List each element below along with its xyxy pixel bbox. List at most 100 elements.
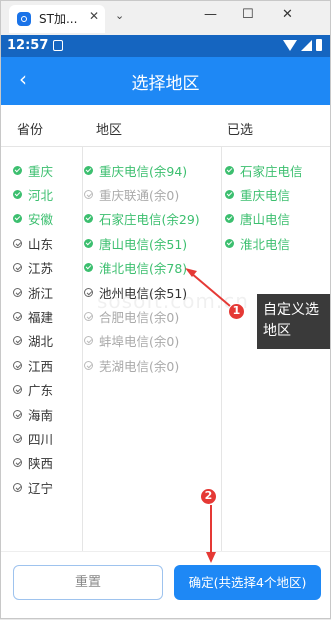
province-item[interactable]: 福建 [13, 304, 53, 328]
selected-list: 石家庄电信 重庆电信 唐山电信 淮北电信 [225, 158, 303, 256]
region-label: 石家庄电信(余29) [99, 212, 200, 228]
annotation-badge-2: 2 [200, 488, 217, 505]
annotation-callout: 自定义选 地区 [257, 294, 330, 349]
region-item[interactable]: 唐山电信(余51) [84, 231, 200, 255]
callout-line: 自定义选 [263, 302, 319, 318]
selected-item[interactable]: 石家庄电信 [225, 158, 303, 182]
region-label: 淮北电信(余78) [99, 261, 188, 277]
header-divider [1, 146, 330, 147]
selected-item[interactable]: 重庆电信 [225, 182, 303, 206]
checkbox-icon [225, 165, 234, 175]
province-item[interactable]: 四川 [13, 426, 53, 450]
column-header-province: 省份 [17, 123, 44, 138]
province-label: 福建 [28, 310, 54, 326]
region-label: 唐山电信(余51) [99, 236, 188, 252]
checkbox-icon [13, 214, 22, 224]
province-item[interactable]: 河北 [13, 182, 53, 206]
checkbox-icon [225, 214, 234, 224]
province-item[interactable]: 安徽 [13, 207, 53, 231]
checkbox-icon [84, 214, 93, 224]
checkbox-icon [13, 482, 22, 492]
province-item[interactable]: 重庆 [13, 158, 53, 182]
checkbox-icon [225, 190, 234, 200]
region-item[interactable]: 重庆联通(余0) [84, 182, 200, 206]
region-label: 重庆电信(余94) [99, 163, 188, 179]
region-list: 重庆电信(余94) 重庆联通(余0) 石家庄电信(余29) 唐山电信(余51) … [84, 158, 200, 378]
selected-label: 重庆电信 [240, 188, 291, 204]
province-item[interactable]: 陕西 [13, 451, 53, 475]
checkbox-icon [13, 385, 22, 395]
province-item[interactable]: 辽宁 [13, 475, 53, 499]
window-close-icon[interactable]: ✕ [282, 7, 293, 22]
app-window: ST加... ✕ ⌄ — ☐ ✕ 12:57 ‹ 选择地区 省份 地区 已选 重… [0, 0, 331, 619]
province-item[interactable]: 浙江 [13, 280, 53, 304]
selected-label: 唐山电信 [240, 212, 291, 228]
tab-title: ST加... [39, 12, 78, 26]
checkbox-icon [84, 312, 93, 322]
province-item[interactable]: 山东 [13, 231, 53, 255]
chevron-down-icon[interactable]: ⌄ [115, 9, 124, 22]
wifi-icon [283, 39, 297, 51]
status-bar: 12:57 [1, 35, 330, 57]
selected-item[interactable]: 淮北电信 [225, 231, 303, 255]
province-label: 辽宁 [28, 480, 54, 496]
battery-icon [316, 39, 322, 51]
checkbox-icon [84, 336, 93, 346]
system-icons [283, 39, 322, 51]
checkbox-icon [84, 263, 93, 273]
province-item[interactable]: 江苏 [13, 256, 53, 280]
region-item[interactable]: 重庆电信(余94) [84, 158, 200, 182]
province-item[interactable]: 江西 [13, 353, 53, 377]
tab-close-icon[interactable]: ✕ [89, 9, 99, 23]
signal-icon [301, 39, 312, 51]
province-label: 河北 [28, 188, 54, 204]
checkbox-icon [13, 458, 22, 468]
region-item[interactable]: 芜湖电信(余0) [84, 353, 200, 377]
selected-item[interactable]: 唐山电信 [225, 207, 303, 231]
notification-icon [53, 40, 63, 51]
confirm-button[interactable]: 确定(共选择4个地区) [174, 565, 321, 600]
column-divider [221, 147, 222, 551]
checkbox-icon [84, 165, 93, 175]
checkbox-icon [13, 409, 22, 419]
province-label: 重庆 [28, 163, 54, 179]
province-item[interactable]: 湖北 [13, 329, 53, 353]
region-item[interactable]: 蚌埠电信(余0) [84, 329, 200, 353]
checkbox-icon [13, 190, 22, 200]
province-label: 四川 [28, 431, 54, 447]
province-label: 广东 [28, 383, 54, 399]
region-item[interactable]: 淮北电信(余78) [84, 256, 200, 280]
watermark: sosoft.com.cn [97, 289, 249, 313]
region-label: 重庆联通(余0) [99, 188, 180, 204]
app-tab[interactable]: ST加... ✕ [9, 5, 105, 33]
selected-label: 淮北电信 [240, 236, 291, 252]
column-divider [82, 147, 83, 551]
app-logo-icon [17, 12, 31, 26]
province-item[interactable]: 海南 [13, 402, 53, 426]
app-header: ‹ 选择地区 [1, 57, 330, 105]
province-label: 浙江 [28, 285, 54, 301]
province-label: 江西 [28, 358, 54, 374]
checkbox-icon [13, 360, 22, 370]
callout-line: 地区 [263, 323, 291, 339]
status-time: 12:57 [7, 38, 49, 53]
maximize-icon[interactable]: ☐ [242, 7, 254, 22]
minimize-icon[interactable]: — [204, 7, 217, 22]
checkbox-icon [84, 287, 93, 297]
checkbox-icon [13, 336, 22, 346]
checkbox-icon [84, 360, 93, 370]
page-title: 选择地区 [131, 74, 200, 94]
checkbox-icon [13, 238, 22, 248]
region-item[interactable]: 石家庄电信(余29) [84, 207, 200, 231]
province-item[interactable]: 广东 [13, 378, 53, 402]
checkbox-icon [13, 165, 22, 175]
checkbox-icon [13, 263, 22, 273]
checkbox-icon [84, 190, 93, 200]
footer-divider [1, 551, 330, 552]
annotation-badge-1: 1 [228, 303, 245, 320]
annotation-arrowhead-2 [206, 552, 216, 563]
province-label: 江苏 [28, 261, 54, 277]
column-header-region: 地区 [96, 123, 123, 138]
reset-button[interactable]: 重置 [13, 565, 163, 600]
province-label: 山东 [28, 236, 54, 252]
